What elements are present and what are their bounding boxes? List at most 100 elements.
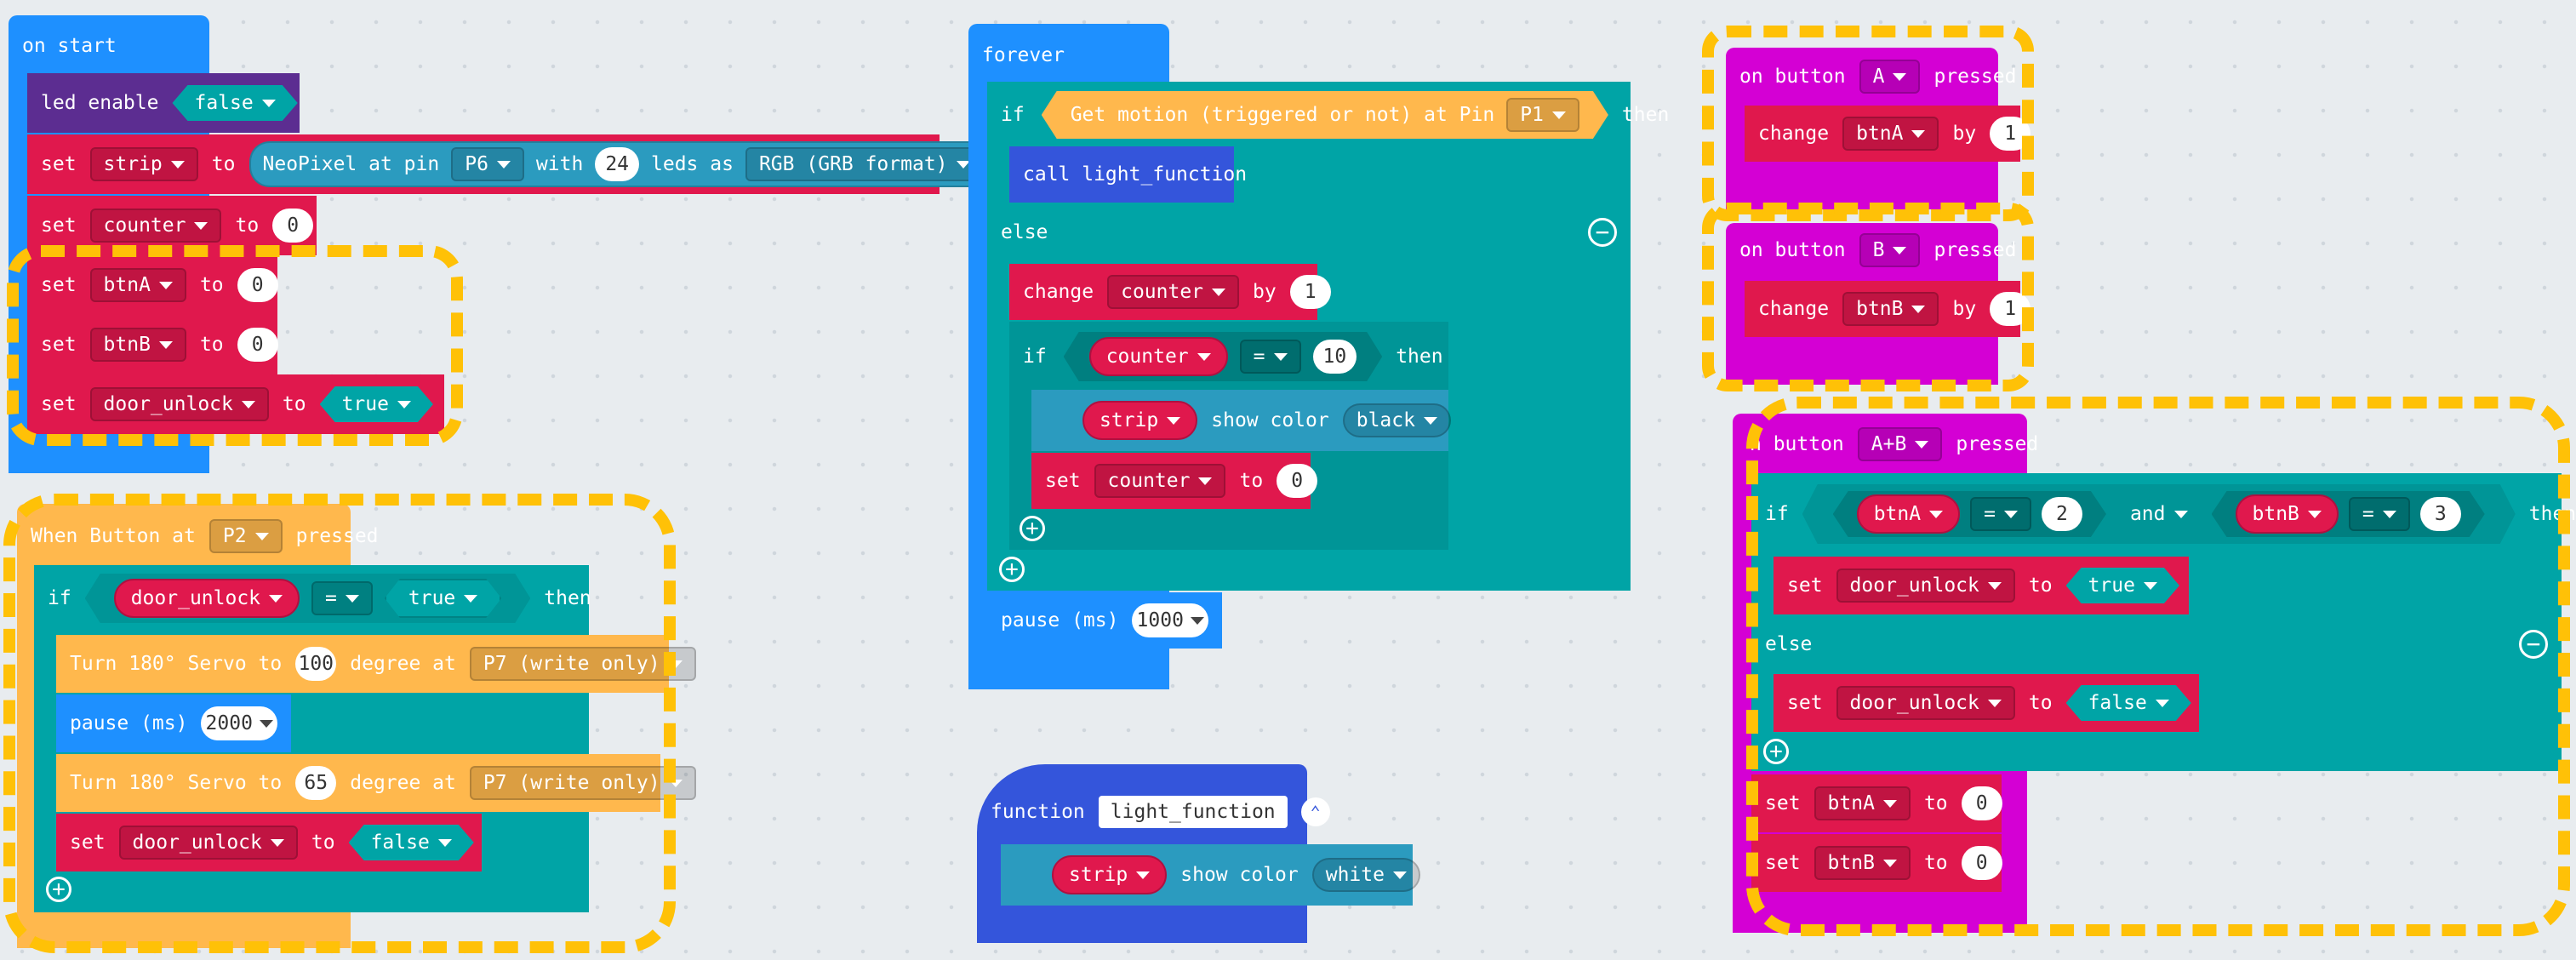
- by-label: by: [1952, 123, 1977, 145]
- motion-pin-dropdown[interactable]: P1: [1506, 98, 1579, 132]
- operator-dropdown[interactable]: =: [1240, 340, 1301, 374]
- btnB-value-input[interactable]: 0: [237, 328, 278, 362]
- strip-show-black-block[interactable]: strip show color black: [1031, 390, 1451, 451]
- true-value[interactable]: true: [385, 579, 501, 618]
- strip-var[interactable]: strip: [1052, 855, 1168, 894]
- pause-1000-block[interactable]: pause (ms) 1000: [987, 592, 1222, 649]
- btnB-value-input[interactable]: 0: [1961, 846, 2002, 880]
- counter-dropdown[interactable]: counter: [89, 209, 222, 243]
- btnB-dropdown[interactable]: btnB: [1842, 292, 1939, 326]
- btnA-dropdown[interactable]: btnA: [1842, 117, 1939, 151]
- compare-value-input[interactable]: 10: [1313, 340, 1357, 374]
- counter-dropdown[interactable]: counter: [1094, 464, 1226, 498]
- set-counter-block[interactable]: set counter to 0: [27, 196, 317, 255]
- set-btnB-block[interactable]: set btnB to 0: [27, 315, 278, 374]
- motion-block[interactable]: Get motion (triggered or not) at Pin P1: [1042, 91, 1608, 139]
- set-door-false-block[interactable]: set door_unlock to false: [1773, 674, 2199, 732]
- false-value[interactable]: false: [349, 825, 474, 860]
- btnA-dropdown[interactable]: btnA: [89, 268, 186, 302]
- compare-block[interactable]: btnB = 3: [2212, 491, 2485, 537]
- compare-block[interactable]: door_unlock = true: [85, 574, 531, 623]
- change-btnA-block[interactable]: change btnA by 1: [1745, 106, 2031, 162]
- servo-100-block[interactable]: Turn 180° Servo to 100 degree at P7 (wri…: [56, 635, 696, 693]
- remove-else-icon[interactable]: −: [2519, 630, 2548, 659]
- strip-var[interactable]: strip: [1082, 401, 1198, 440]
- strip-show-white-block[interactable]: strip show color white: [1001, 844, 1420, 906]
- btnA-dropdown[interactable]: btnA: [1813, 786, 1911, 820]
- btnB-var[interactable]: btnB: [2236, 494, 2339, 534]
- led-enable-block[interactable]: led enable false: [27, 73, 300, 133]
- servo-pin-dropdown[interactable]: P7 (write only): [469, 647, 696, 681]
- change-value-input[interactable]: 1: [1990, 292, 2031, 326]
- add-branch-button[interactable]: +: [1763, 739, 1789, 764]
- remove-else-icon[interactable]: −: [1588, 218, 1617, 247]
- format-dropdown[interactable]: RGB (GRB format): [745, 147, 984, 181]
- set-door-unlock-block[interactable]: set door_unlock to true: [27, 374, 444, 434]
- pin-dropdown[interactable]: P6: [451, 147, 524, 181]
- pause-value-dropdown[interactable]: 1000: [1132, 603, 1208, 637]
- color-dropdown[interactable]: white: [1311, 858, 1420, 892]
- set-btnA-block[interactable]: set btnA to 0: [1751, 774, 2002, 832]
- true-value[interactable]: true: [2066, 568, 2179, 603]
- door-unlock-value[interactable]: true: [320, 386, 433, 422]
- pause-value-dropdown[interactable]: 2000: [201, 706, 277, 740]
- false-value[interactable]: false: [2066, 685, 2191, 721]
- set-strip-block[interactable]: set strip to NeoPixel at pin P6 with 24 …: [27, 134, 997, 194]
- set-btnA-block[interactable]: set btnA to 0: [27, 255, 278, 315]
- change-btnB-block[interactable]: change btnB by 1: [1745, 281, 2031, 337]
- add-branch-button[interactable]: +: [46, 877, 71, 902]
- door-unlock-dropdown[interactable]: door_unlock: [1836, 569, 2015, 603]
- set-label: set: [1045, 470, 1081, 492]
- and-block[interactable]: btnA = 2 and btnB = 3: [1802, 484, 2516, 544]
- door-unlock-dropdown[interactable]: door_unlock: [118, 826, 298, 860]
- counter-dropdown[interactable]: counter: [1107, 275, 1240, 309]
- door-unlock-var[interactable]: door_unlock: [114, 579, 300, 618]
- operator-dropdown[interactable]: =: [1970, 497, 2031, 531]
- collapse-icon[interactable]: ⌃: [1300, 797, 1330, 826]
- button-a-dropdown[interactable]: A: [1859, 60, 1921, 94]
- door-unlock-dropdown[interactable]: door_unlock: [1836, 686, 2015, 720]
- button-ab-dropdown[interactable]: A+B: [1857, 427, 1943, 461]
- servo-degree-input[interactable]: 100: [295, 647, 337, 681]
- p2-pin-dropdown[interactable]: P2: [208, 519, 283, 553]
- btnA-var[interactable]: btnA: [1857, 494, 1960, 534]
- set-btnB-block[interactable]: set btnB to 0: [1751, 834, 2002, 892]
- compare-value-input[interactable]: 2: [2042, 497, 2082, 531]
- compare-value-input[interactable]: 3: [2420, 497, 2461, 531]
- compare-block[interactable]: counter = 10: [1064, 332, 1383, 381]
- counter-value-input[interactable]: 0: [272, 209, 314, 243]
- operator-dropdown[interactable]: =: [2349, 497, 2410, 531]
- counter-var[interactable]: counter: [1089, 337, 1228, 376]
- color-dropdown[interactable]: black: [1342, 403, 1451, 437]
- door-unlock-dropdown[interactable]: door_unlock: [89, 387, 269, 421]
- pause-2000-block[interactable]: pause (ms) 2000: [56, 694, 291, 752]
- change-counter-block[interactable]: change counter by 1: [1009, 264, 1331, 320]
- change-value-input[interactable]: 1: [1990, 117, 2031, 151]
- strip-dropdown[interactable]: strip: [89, 147, 198, 181]
- button-b-dropdown[interactable]: B: [1859, 233, 1921, 267]
- btnB-dropdown[interactable]: btnB: [89, 328, 186, 362]
- operator-dropdown[interactable]: =: [311, 581, 373, 615]
- leds-count-input[interactable]: 24: [595, 147, 640, 181]
- btnA-value-input[interactable]: 0: [1961, 786, 2002, 820]
- btnB-dropdown[interactable]: btnB: [1813, 846, 1911, 880]
- counter-value-input[interactable]: 0: [1277, 464, 1318, 498]
- degree-at-label: degree at: [350, 772, 456, 794]
- chevron-down-icon: [2156, 700, 2169, 707]
- servo-pin-dropdown[interactable]: P7 (write only): [469, 766, 696, 800]
- neopixel-block[interactable]: NeoPixel at pin P6 with 24 leds as RGB (…: [248, 141, 997, 187]
- btnA-value-input[interactable]: 0: [237, 268, 278, 302]
- function-name-input[interactable]: light_function: [1098, 796, 1288, 828]
- servo-65-block[interactable]: Turn 180° Servo to 65 degree at P7 (writ…: [56, 754, 696, 812]
- set-counter-block[interactable]: set counter to 0: [1031, 453, 1318, 509]
- set-door-true-block[interactable]: set door_unlock to true: [1773, 557, 2189, 614]
- compare-block[interactable]: btnA = 2: [1833, 491, 2106, 537]
- led-enable-value[interactable]: false: [172, 85, 297, 121]
- servo-degree-input[interactable]: 65: [295, 766, 337, 800]
- call-light-function-block[interactable]: call light_function: [1009, 146, 1247, 203]
- add-branch-button[interactable]: +: [999, 557, 1025, 582]
- set-door-false-block[interactable]: set door_unlock to false: [56, 814, 482, 871]
- and-dropdown[interactable]: and: [2118, 499, 2200, 529]
- change-value-input[interactable]: 1: [1289, 275, 1331, 309]
- add-branch-button[interactable]: +: [1020, 516, 1045, 541]
